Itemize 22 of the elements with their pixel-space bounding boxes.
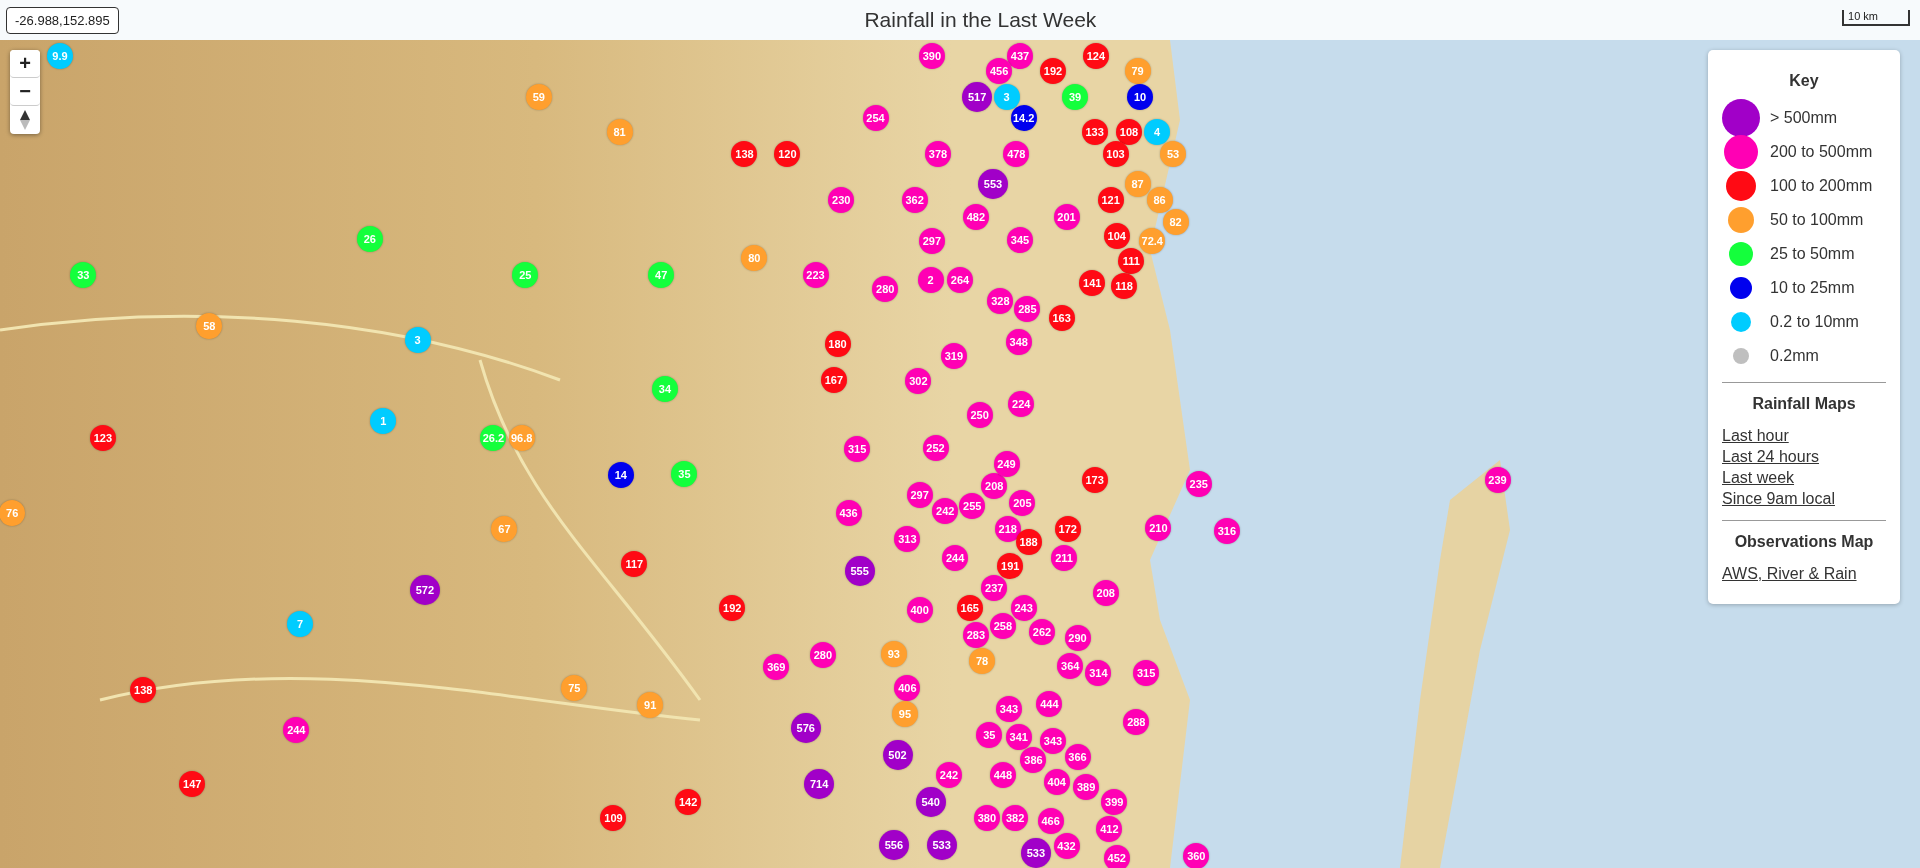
zoom-out-button[interactable]: − <box>10 78 40 106</box>
legend-label: 200 to 500mm <box>1770 143 1873 161</box>
map-link[interactable]: Last hour <box>1722 427 1789 445</box>
map-title: Rainfall in the Last Week <box>864 8 1097 32</box>
scale-bar: 10 km <box>1842 10 1910 26</box>
compass-icon[interactable] <box>20 110 30 130</box>
legend-label: 0.2 to 10mm <box>1770 313 1859 331</box>
section-title: Rainfall Maps <box>1751 395 1857 413</box>
map-link[interactable]: Last week <box>1722 469 1795 487</box>
legend-label: 10 to 25mm <box>1770 279 1855 297</box>
coordinates-display: -26.988,152.895 <box>6 6 119 34</box>
map-link[interactable]: Last 24 hours <box>1722 448 1819 466</box>
section-title: Observations Map <box>1733 533 1875 551</box>
zoom-in-button[interactable]: + <box>10 50 40 78</box>
key-title: Key <box>1788 72 1820 90</box>
map-link[interactable]: Since 9am local <box>1722 490 1835 508</box>
legend-label: 25 to 50mm <box>1770 245 1855 263</box>
map-link[interactable]: AWS, River & Rain <box>1722 565 1857 583</box>
legend-label: > 500mm <box>1770 109 1838 127</box>
legend-label: 50 to 100mm <box>1770 211 1864 229</box>
legend-label: 100 to 200mm <box>1770 177 1873 195</box>
legend-label: 0.2mm <box>1770 347 1819 365</box>
